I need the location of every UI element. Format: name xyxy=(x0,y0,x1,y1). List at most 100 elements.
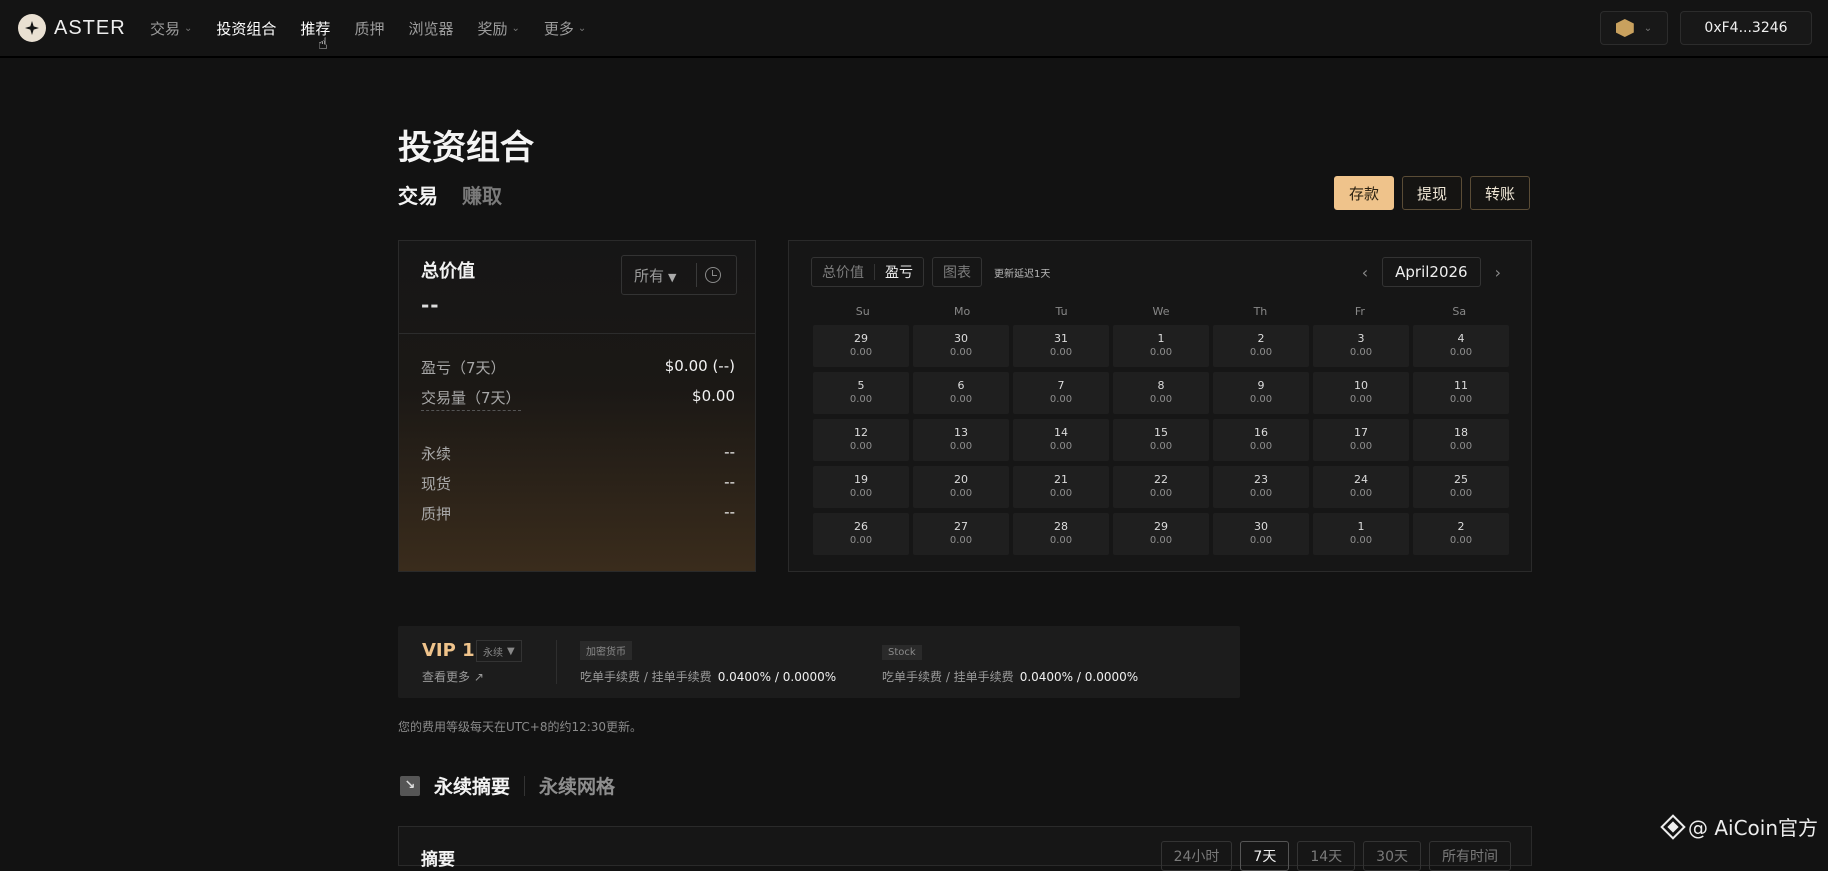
day-pnl-value: 0.00 xyxy=(1049,535,1073,546)
calendar-day-cell[interactable]: 17 0.00 xyxy=(1313,419,1409,461)
tab-pnl[interactable]: 盈亏 xyxy=(875,262,923,282)
deposit-button[interactable]: 存款 xyxy=(1334,176,1395,210)
calendar-day-cell[interactable]: 7 0.00 xyxy=(1013,372,1109,414)
calendar-day-cell[interactable]: 25 0.00 xyxy=(1413,466,1509,508)
calendar-day-cell[interactable]: 28 0.00 xyxy=(1013,513,1109,555)
tab-perp-summary[interactable]: 永续摘要 xyxy=(434,772,510,799)
day-pnl-value: 0.00 xyxy=(949,441,973,452)
calendar-day-cell[interactable]: 4 0.00 xyxy=(1413,325,1509,367)
day-number: 21 xyxy=(1054,473,1068,486)
day-number: 30 xyxy=(1254,520,1268,533)
chart-toggle[interactable]: 图表 xyxy=(932,257,982,287)
divider xyxy=(399,333,755,334)
calendar-day-cell[interactable]: 31 0.00 xyxy=(1013,325,1109,367)
day-number: 26 xyxy=(854,520,868,533)
tab-earn[interactable]: 赚取 xyxy=(462,180,502,209)
calendar-day-cell[interactable]: 5 0.00 xyxy=(813,372,909,414)
chevron-down-icon: ⌄ xyxy=(577,22,587,34)
view-more-link[interactable]: 查看更多 ↗ xyxy=(422,668,484,685)
stock-fee-value: 0.0400% / 0.0000% xyxy=(1019,670,1139,684)
calendar-day-cell[interactable]: 29 0.00 xyxy=(813,325,909,367)
calendar-day-cell[interactable]: 23 0.00 xyxy=(1213,466,1309,508)
chevron-down-icon: ⌄ xyxy=(511,22,520,34)
day-pnl-value: 0.00 xyxy=(949,488,973,499)
calendar-day-cell[interactable]: 12 0.00 xyxy=(813,419,909,461)
day-number: 19 xyxy=(854,473,868,486)
calendar-day-cell[interactable]: 20 0.00 xyxy=(913,466,1009,508)
calendar-day-cell[interactable]: 29 0.00 xyxy=(1113,513,1209,555)
calendar-day-cell[interactable]: 30 0.00 xyxy=(1213,513,1309,555)
calendar-day-cell[interactable]: 9 0.00 xyxy=(1213,372,1309,414)
calendar-day-cell[interactable]: 13 0.00 xyxy=(913,419,1009,461)
day-number: 1 xyxy=(1157,332,1165,345)
collapse-icon[interactable]: ↘ xyxy=(400,775,420,796)
next-month-icon[interactable]: › xyxy=(1495,263,1501,282)
top-nav-bar: ASTER 交易 ⌄ 投资组合 推荐 质押 浏览器 奖励 ⌄ 更多 ⌄ ☝ ⌄ 0xF… xyxy=(0,0,1828,58)
calendar-day-cell[interactable]: 10 0.00 xyxy=(1313,372,1409,414)
calendar-day-cell[interactable]: 2 0.00 xyxy=(1213,325,1309,367)
nav-item-more[interactable]: 更多 ⌄ xyxy=(544,16,586,40)
nav-item-explorer[interactable]: 浏览器 xyxy=(408,16,453,40)
calendar-day-cell[interactable]: 21 0.00 xyxy=(1013,466,1109,508)
range-14d[interactable]: 14天 xyxy=(1297,841,1356,871)
day-number: 31 xyxy=(1054,332,1068,345)
day-pnl-value: 0.00 xyxy=(1249,441,1273,452)
range-all[interactable]: 所有时间 xyxy=(1429,841,1511,871)
range-24h[interactable]: 24小时 xyxy=(1160,841,1233,871)
day-pnl-value: 0.00 xyxy=(849,535,873,546)
calendar-day-cell[interactable]: 15 0.00 xyxy=(1113,419,1209,461)
fee-market-value: 永续 xyxy=(483,647,503,659)
history-clock-icon[interactable] xyxy=(705,267,721,283)
wallet-address-button[interactable]: 0xF4...3246 xyxy=(1680,11,1812,45)
fee-market-select[interactable]: 永续 ▼ xyxy=(476,640,522,662)
prev-month-icon[interactable]: ‹ xyxy=(1362,263,1368,282)
aster-logo[interactable]: ASTER xyxy=(18,14,126,42)
range-30d[interactable]: 30天 xyxy=(1363,841,1421,871)
tab-perp-grid[interactable]: 永续网格 xyxy=(539,772,615,799)
day-number: 29 xyxy=(1154,520,1168,533)
month-label[interactable]: April2026 xyxy=(1382,257,1481,287)
nav-item-portfolio[interactable]: 投资组合 xyxy=(216,16,276,40)
day-number: 24 xyxy=(1354,473,1368,486)
nav-item-trade[interactable]: 交易 ⌄ xyxy=(150,16,192,40)
calendar-day-cell[interactable]: 24 0.00 xyxy=(1313,466,1409,508)
spot-row: 现货 -- xyxy=(421,473,735,494)
calendar-day-cell[interactable]: 19 0.00 xyxy=(813,466,909,508)
transfer-button[interactable]: 转账 xyxy=(1470,176,1531,210)
account-filter-select[interactable]: 所有 ▼ xyxy=(622,265,696,286)
total-value-card: 总价值 -- 所有 ▼ 盈亏（7天） $0.00 (--) 交易量（7天） $0.… xyxy=(398,240,756,572)
network-selector[interactable]: ⌄ xyxy=(1600,11,1668,45)
calendar-day-cell[interactable]: 27 0.00 xyxy=(913,513,1009,555)
calendar-day-cell[interactable]: 6 0.00 xyxy=(913,372,1009,414)
nav-item-staking[interactable]: 质押 xyxy=(354,16,384,40)
tab-trade[interactable]: 交易 xyxy=(398,180,438,209)
calendar-day-cell[interactable]: 26 0.00 xyxy=(813,513,909,555)
withdraw-button[interactable]: 提现 xyxy=(1402,176,1463,210)
volume-value: $0.00 xyxy=(692,387,735,405)
nav-item-rewards[interactable]: 奖励 ⌄ xyxy=(477,16,519,40)
calendar-day-cell[interactable]: 8 0.00 xyxy=(1113,372,1209,414)
range-7d[interactable]: 7天 xyxy=(1240,841,1290,871)
weekday-label: Mo xyxy=(954,305,971,318)
calendar-day-cell[interactable]: 3 0.00 xyxy=(1313,325,1409,367)
vip-level: VIP 1 xyxy=(422,640,475,661)
calendar-day-cell[interactable]: 1 0.00 xyxy=(1313,513,1409,555)
stock-fee-line: 吃单手续费 / 挂单手续费 0.0400% / 0.0000% xyxy=(882,668,1138,685)
calendar-day-cell[interactable]: 1 0.00 xyxy=(1113,325,1209,367)
day-pnl-value: 0.00 xyxy=(1249,347,1273,358)
nav-label: 更多 xyxy=(543,19,574,38)
calendar-day-cell[interactable]: 30 0.00 xyxy=(913,325,1009,367)
calendar-day-cell[interactable]: 18 0.00 xyxy=(1413,419,1509,461)
calendar-day-cell[interactable]: 22 0.00 xyxy=(1113,466,1209,508)
calendar-day-cell[interactable]: 16 0.00 xyxy=(1213,419,1309,461)
calendar-day-cell[interactable]: 11 0.00 xyxy=(1413,372,1509,414)
calendar-day-cell[interactable]: 2 0.00 xyxy=(1413,513,1509,555)
tab-chart[interactable]: 图表 xyxy=(933,262,981,282)
tab-total-value[interactable]: 总价值 xyxy=(812,262,874,282)
page-title: 投资组合 xyxy=(398,128,534,168)
calendar-day-cell[interactable]: 14 0.00 xyxy=(1013,419,1109,461)
account-filter[interactable]: 所有 ▼ xyxy=(621,255,737,295)
nav-label: 质押 xyxy=(354,19,385,38)
day-pnl-value: 0.00 xyxy=(1149,347,1173,358)
crypto-fee-block: 加密货币 吃单手续费 / 挂单手续费 0.0400% / 0.0000% xyxy=(580,640,836,685)
